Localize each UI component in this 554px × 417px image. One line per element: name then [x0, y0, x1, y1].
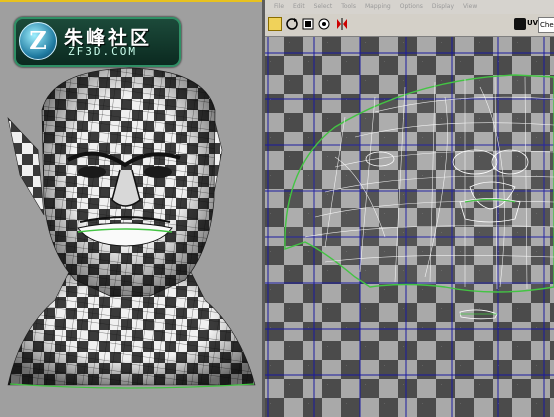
scale-icon[interactable] — [301, 17, 315, 31]
uv-shell-small — [459, 309, 498, 320]
rotate-icon[interactable] — [285, 17, 299, 31]
menu-edit[interactable]: Edit — [293, 0, 305, 14]
site-logo: Z 朱峰社区 ZF3D.COM — [14, 17, 181, 67]
menu-view[interactable]: View — [463, 0, 477, 14]
move-icon[interactable] — [268, 17, 282, 31]
mirror-icon[interactable] — [335, 17, 349, 31]
uv-menu-bar: File Edit Select Tools Mapping Options Display… — [265, 0, 554, 14]
uv-layout — [265, 37, 554, 417]
perspective-viewport[interactable]: Z 朱峰社区 ZF3D.COM — [0, 0, 262, 417]
freeform-icon[interactable] — [317, 17, 331, 31]
uv-toolbar: UV Check — [265, 14, 554, 37]
uv-shell-head — [284, 74, 554, 293]
uv-map-icon[interactable] — [514, 18, 526, 30]
menu-options[interactable]: Options — [400, 0, 423, 14]
uv-canvas[interactable] — [265, 37, 554, 417]
checker-map-select[interactable]: Check — [538, 17, 554, 33]
menu-tools[interactable]: Tools — [341, 0, 356, 14]
menu-select[interactable]: Select — [314, 0, 333, 14]
uv-channel-label: UV — [527, 19, 539, 27]
menu-file[interactable]: File — [274, 0, 284, 14]
logo-mark: Z — [19, 22, 57, 60]
uv-editor-window: File Edit Select Tools Mapping Options Display… — [265, 0, 554, 417]
menu-display[interactable]: Display — [432, 0, 454, 14]
menu-mapping[interactable]: Mapping — [365, 0, 391, 14]
logo-url: ZF3D.COM — [68, 45, 137, 58]
